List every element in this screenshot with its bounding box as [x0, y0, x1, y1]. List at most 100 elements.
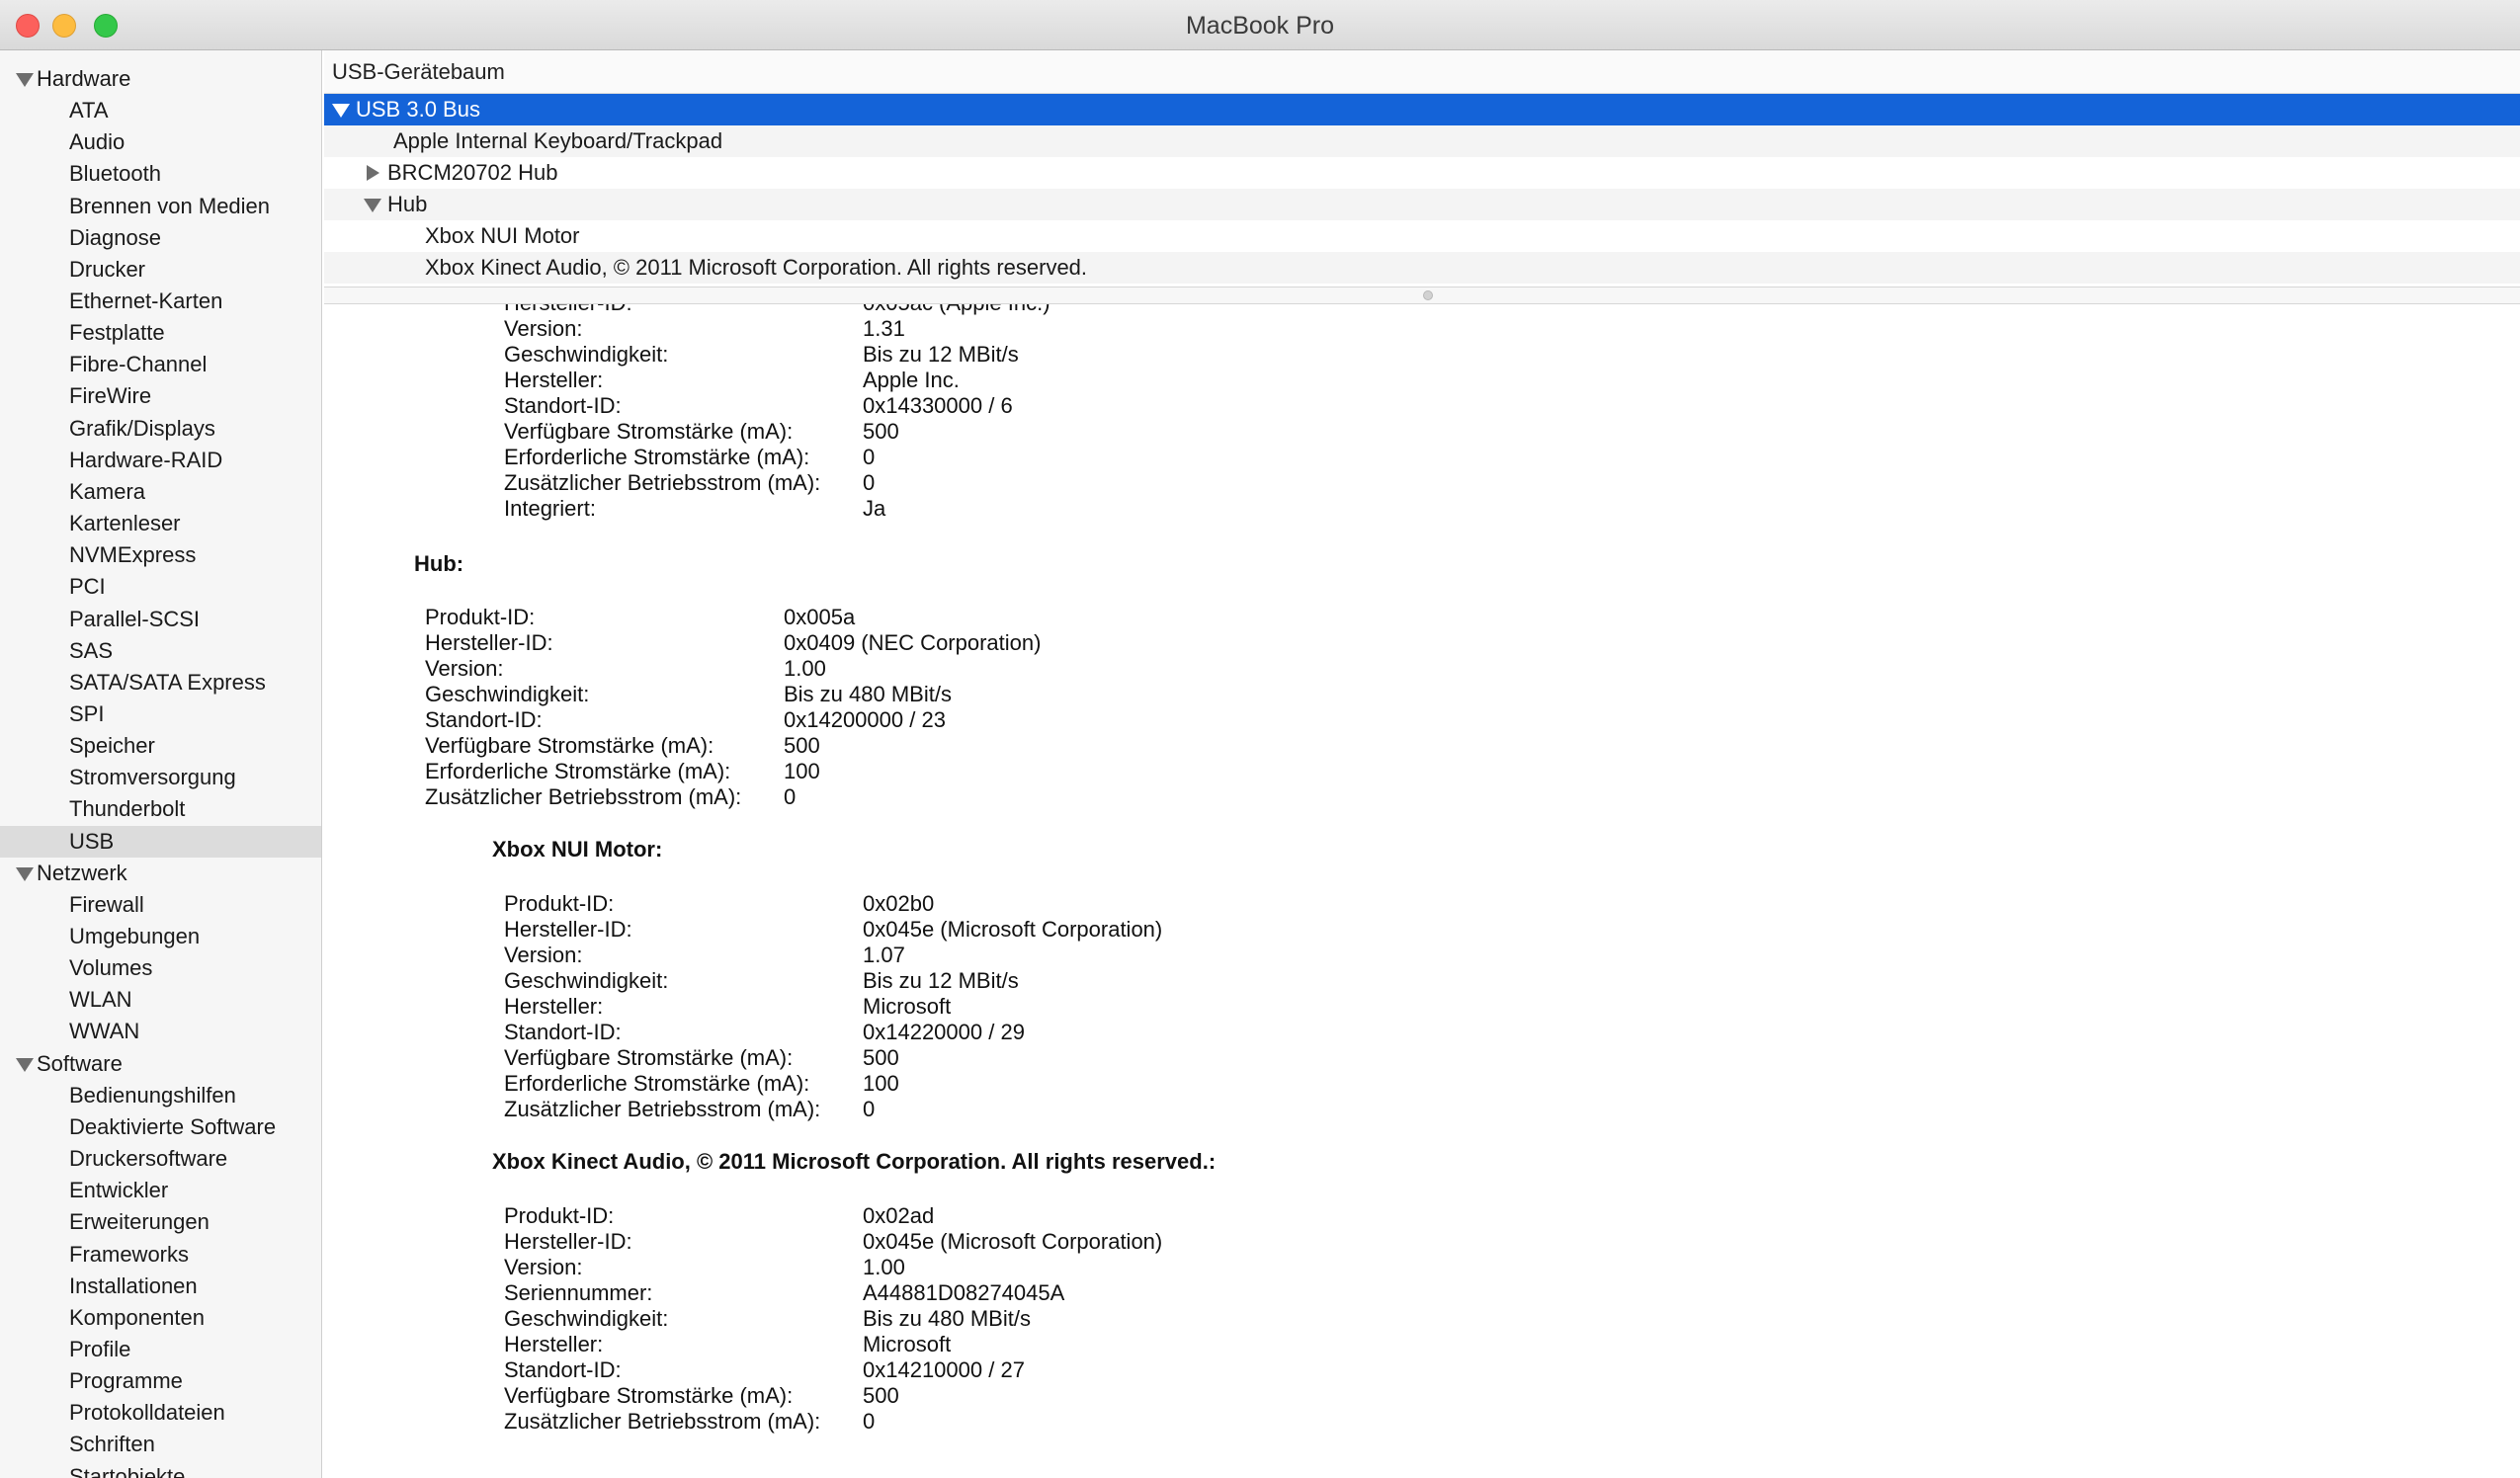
sidebar-item-ethernet-karten[interactable]: Ethernet-Karten	[0, 286, 321, 317]
sidebar-item-audio[interactable]: Audio	[0, 126, 321, 158]
sidebar-item-label: Festplatte	[69, 320, 165, 345]
sidebar-group-netzwerk[interactable]: Netzwerk	[0, 858, 321, 889]
sidebar-item-label: ATA	[69, 98, 109, 123]
sidebar-item-deaktivierte-software[interactable]: Deaktivierte Software	[0, 1111, 321, 1143]
sidebar-item-fibre-channel[interactable]: Fibre-Channel	[0, 349, 321, 380]
tree-row-label: Apple Internal Keyboard/Trackpad	[393, 128, 723, 153]
detail-key: Hersteller-ID:	[504, 1229, 632, 1254]
sidebar-item-label: Grafik/Displays	[69, 416, 215, 441]
sidebar-group-hardware[interactable]: Hardware	[0, 63, 321, 95]
sidebar-item-drucker[interactable]: Drucker	[0, 254, 321, 286]
detail-key: Erforderliche Stromstärke (mA):	[504, 1071, 810, 1096]
sidebar-item-label: Stromversorgung	[69, 765, 236, 789]
sidebar-item-sata-sata-express[interactable]: SATA/SATA Express	[0, 667, 321, 698]
sidebar-item-label: Deaktivierte Software	[69, 1114, 277, 1139]
tree-row[interactable]: BRCM20702 Hub	[324, 157, 2520, 189]
sidebar-item-kamera[interactable]: Kamera	[0, 476, 321, 508]
detail-key: Verfügbare Stromstärke (mA):	[504, 1045, 794, 1070]
detail-value: Ja	[863, 496, 886, 521]
tree-row[interactable]: Hub	[324, 189, 2520, 220]
tree-row[interactable]: Xbox Kinect Audio, © 2011 Microsoft Corp…	[324, 252, 2520, 284]
detail-value: Microsoft	[863, 1332, 952, 1356]
detail-value: 100	[863, 1071, 899, 1096]
tree-header: USB-Gerätebaum ‸	[324, 50, 2520, 94]
sidebar-item-bluetooth[interactable]: Bluetooth	[0, 158, 321, 190]
disclosure-triangle-down-icon[interactable]	[364, 199, 381, 212]
sidebar-item-hardware-raid[interactable]: Hardware-RAID	[0, 445, 321, 476]
detail-value: 0	[863, 470, 876, 495]
sidebar-item-label: Programme	[69, 1368, 183, 1393]
disclosure-triangle-right-icon[interactable]	[367, 165, 379, 181]
sidebar-item-label: Hardware-RAID	[69, 448, 223, 472]
sidebar-item-parallel-scsi[interactable]: Parallel-SCSI	[0, 604, 321, 635]
sidebar-item-firewall[interactable]: Firewall	[0, 889, 321, 921]
sidebar-group-software[interactable]: Software	[0, 1048, 321, 1080]
sidebar-item-wlan[interactable]: WLAN	[0, 984, 321, 1016]
detail-key: Version:	[504, 943, 583, 967]
detail-key: Hersteller:	[504, 1332, 604, 1356]
disclosure-triangle-down-icon[interactable]	[16, 867, 34, 881]
sidebar-item-stromversorgung[interactable]: Stromversorgung	[0, 762, 321, 793]
tree-row-label: Hub	[387, 192, 428, 216]
disclosure-triangle-down-icon[interactable]	[16, 1058, 34, 1072]
detail-value: 1.00	[863, 1255, 905, 1279]
sidebar-item-pci[interactable]: PCI	[0, 571, 321, 603]
sidebar-item-wwan[interactable]: WWAN	[0, 1016, 321, 1047]
splitter-handle-icon[interactable]	[1423, 290, 1433, 300]
detail-key: Hersteller:	[504, 368, 604, 392]
detail-key: Version:	[504, 316, 583, 341]
tree-row-label: USB 3.0 Bus	[356, 97, 480, 122]
sidebar-item-usb[interactable]: USB	[0, 826, 321, 858]
sidebar-item-kartenleser[interactable]: Kartenleser	[0, 508, 321, 539]
sidebar-item-ata[interactable]: ATA	[0, 95, 321, 126]
tree-row[interactable]: Apple Internal Keyboard/Trackpad	[324, 125, 2520, 157]
detail-key: Geschwindigkeit:	[504, 342, 669, 367]
sidebar-item-firewire[interactable]: FireWire	[0, 380, 321, 412]
sidebar-item-label: Kartenleser	[69, 511, 181, 535]
sidebar-item-diagnose[interactable]: Diagnose	[0, 222, 321, 254]
sidebar-item-label: USB	[69, 829, 115, 854]
sidebar-item-label: WWAN	[69, 1019, 140, 1043]
title-bar: MacBook Pro	[0, 0, 2520, 50]
sidebar-item-protokolldateien[interactable]: Protokolldateien	[0, 1397, 321, 1429]
detail-value: 0x14220000 / 29	[863, 1020, 1025, 1044]
sidebar-item-spi[interactable]: SPI	[0, 698, 321, 730]
sidebar-item-programme[interactable]: Programme	[0, 1365, 321, 1397]
sidebar-item-nvmexpress[interactable]: NVMExpress	[0, 539, 321, 571]
detail-value: Bis zu 12 MBit/s	[863, 342, 1019, 367]
sidebar-item-entwickler[interactable]: Entwickler	[0, 1175, 321, 1206]
detail-value: 0	[784, 784, 797, 809]
sidebar-item-label: PCI	[69, 574, 106, 599]
disclosure-triangle-down-icon[interactable]	[332, 104, 350, 118]
sidebar-item-label: SAS	[69, 638, 114, 663]
sidebar-item-volumes[interactable]: Volumes	[0, 952, 321, 984]
sidebar-item-komponenten[interactable]: Komponenten	[0, 1302, 321, 1334]
sidebar-item-bedienungshilfen[interactable]: Bedienungshilfen	[0, 1080, 321, 1111]
split-view-divider[interactable]	[324, 287, 2520, 304]
tree-row[interactable]: USB 3.0 Bus	[324, 94, 2520, 125]
sidebar-item-label: Bedienungshilfen	[69, 1083, 236, 1108]
sidebar-item-label: NVMExpress	[69, 542, 197, 567]
sidebar-item-umgebungen[interactable]: Umgebungen	[0, 921, 321, 952]
detail-key: Hersteller-ID:	[425, 630, 553, 655]
sidebar-item-speicher[interactable]: Speicher	[0, 730, 321, 762]
disclosure-triangle-down-icon[interactable]	[16, 73, 34, 87]
sidebar-item-grafik-displays[interactable]: Grafik/Displays	[0, 413, 321, 445]
detail-value: 0x14330000 / 6	[863, 393, 1013, 418]
sidebar-item-druckersoftware[interactable]: Druckersoftware	[0, 1143, 321, 1175]
sidebar-item-profile[interactable]: Profile	[0, 1334, 321, 1365]
tree-header-label[interactable]: USB-Gerätebaum	[332, 50, 505, 94]
sidebar-item-thunderbolt[interactable]: Thunderbolt	[0, 793, 321, 825]
sidebar: Hardware ATA Audio Bluetooth Brennen von Med…	[0, 50, 322, 1478]
sidebar-item-schriften[interactable]: Schriften	[0, 1429, 321, 1460]
sidebar-item-startobjekte[interactable]: Startobjekte	[0, 1461, 321, 1478]
tree-row-label: BRCM20702 Hub	[387, 160, 558, 185]
sidebar-item-erweiterungen[interactable]: Erweiterungen	[0, 1206, 321, 1238]
sidebar-item-installationen[interactable]: Installationen	[0, 1271, 321, 1302]
sidebar-item-frameworks[interactable]: Frameworks	[0, 1239, 321, 1271]
sidebar-item-brennen-von-medien[interactable]: Brennen von Medien	[0, 191, 321, 222]
sidebar-item-sas[interactable]: SAS	[0, 635, 321, 667]
sidebar-item-festplatte[interactable]: Festplatte	[0, 317, 321, 349]
tree-row[interactable]: Xbox NUI Motor	[324, 220, 2520, 252]
sidebar-item-label: Entwickler	[69, 1178, 169, 1202]
